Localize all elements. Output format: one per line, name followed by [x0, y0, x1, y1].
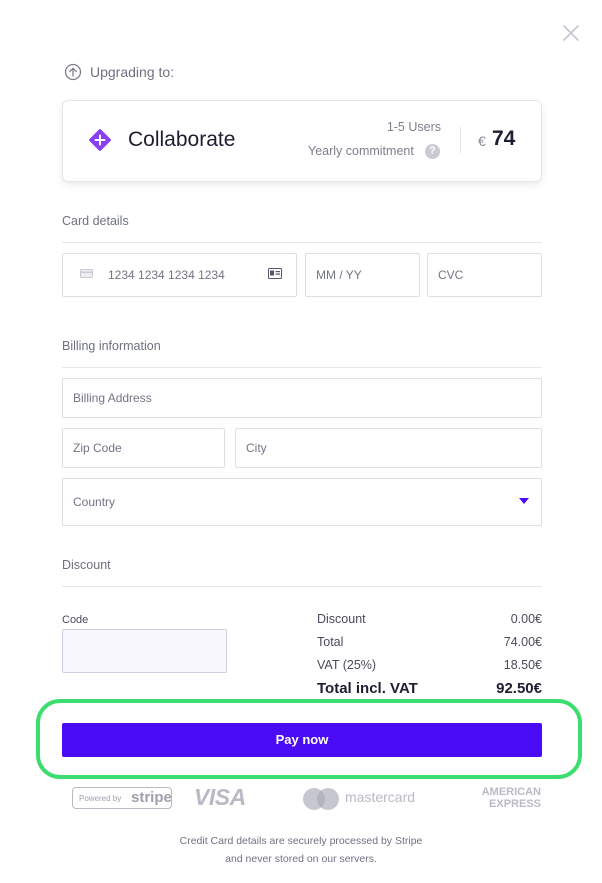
plan-currency: € — [478, 133, 486, 149]
close-icon — [563, 25, 579, 41]
pay-now-button[interactable]: Pay now — [62, 723, 542, 757]
billing-address-input[interactable] — [62, 378, 542, 418]
divider — [62, 242, 542, 243]
total-incl-vat-label: Total incl. VAT — [317, 680, 418, 697]
amex-logo: AMERICAN EXPRESS — [465, 786, 541, 810]
powered-by-text: Powered by — [79, 794, 122, 803]
amex-line-2: EXPRESS — [489, 798, 541, 810]
plan-name: Collaborate — [128, 128, 236, 151]
country-placeholder: Country — [73, 495, 116, 509]
mastercard-text: mastercard — [345, 789, 416, 805]
amex-line-1: AMERICAN — [481, 786, 541, 798]
expiry-input[interactable] — [305, 253, 420, 297]
footer-line-1: Credit Card details are securely process… — [179, 835, 423, 847]
card-id-icon — [268, 268, 282, 279]
cvc-input[interactable] — [427, 253, 542, 297]
upgrading-label: Upgrading to: — [90, 64, 175, 80]
mastercard-icon — [303, 788, 339, 810]
summary-value-total: 74.00€ — [503, 635, 542, 649]
arrow-up-circle-icon — [64, 63, 82, 81]
plan-commitment: Yearly commitment — [308, 144, 414, 158]
zip-code-input[interactable] — [62, 428, 225, 468]
code-label: Code — [62, 614, 89, 626]
divider — [62, 367, 542, 368]
plus-diamond-icon — [89, 129, 111, 151]
billing-title: Billing information — [62, 339, 161, 353]
visa-logo: VISA — [194, 784, 246, 810]
summary-value-vat: 18.50€ — [503, 658, 542, 672]
country-select[interactable]: Country — [62, 478, 542, 526]
close-button[interactable] — [560, 22, 582, 44]
footer-line-2: and never stored on our servers. — [225, 853, 377, 865]
plan-price: 74 — [492, 127, 516, 150]
summary-value-discount: 0.00€ — [510, 612, 542, 626]
plan-users: 1-5 Users — [386, 120, 441, 134]
plan-divider — [460, 127, 461, 153]
stripe-logo: stripe — [131, 789, 172, 806]
discount-code-input[interactable] — [62, 629, 227, 673]
credit-card-icon — [80, 269, 93, 278]
powered-by-stripe-badge: Powered by stripe — [72, 787, 172, 809]
discount-title: Discount — [62, 558, 111, 572]
summary-label-discount: Discount — [317, 612, 366, 626]
divider — [62, 586, 542, 587]
card-number-input[interactable] — [98, 256, 258, 294]
card-details-title: Card details — [62, 214, 129, 228]
caret-down-icon — [519, 498, 529, 504]
total-incl-vat-value: 92.50€ — [496, 680, 542, 697]
summary-label-vat: VAT (25%) — [317, 658, 377, 672]
summary-label-total: Total — [317, 635, 344, 649]
help-icon[interactable]: ? — [425, 144, 440, 159]
city-input[interactable] — [235, 428, 542, 468]
